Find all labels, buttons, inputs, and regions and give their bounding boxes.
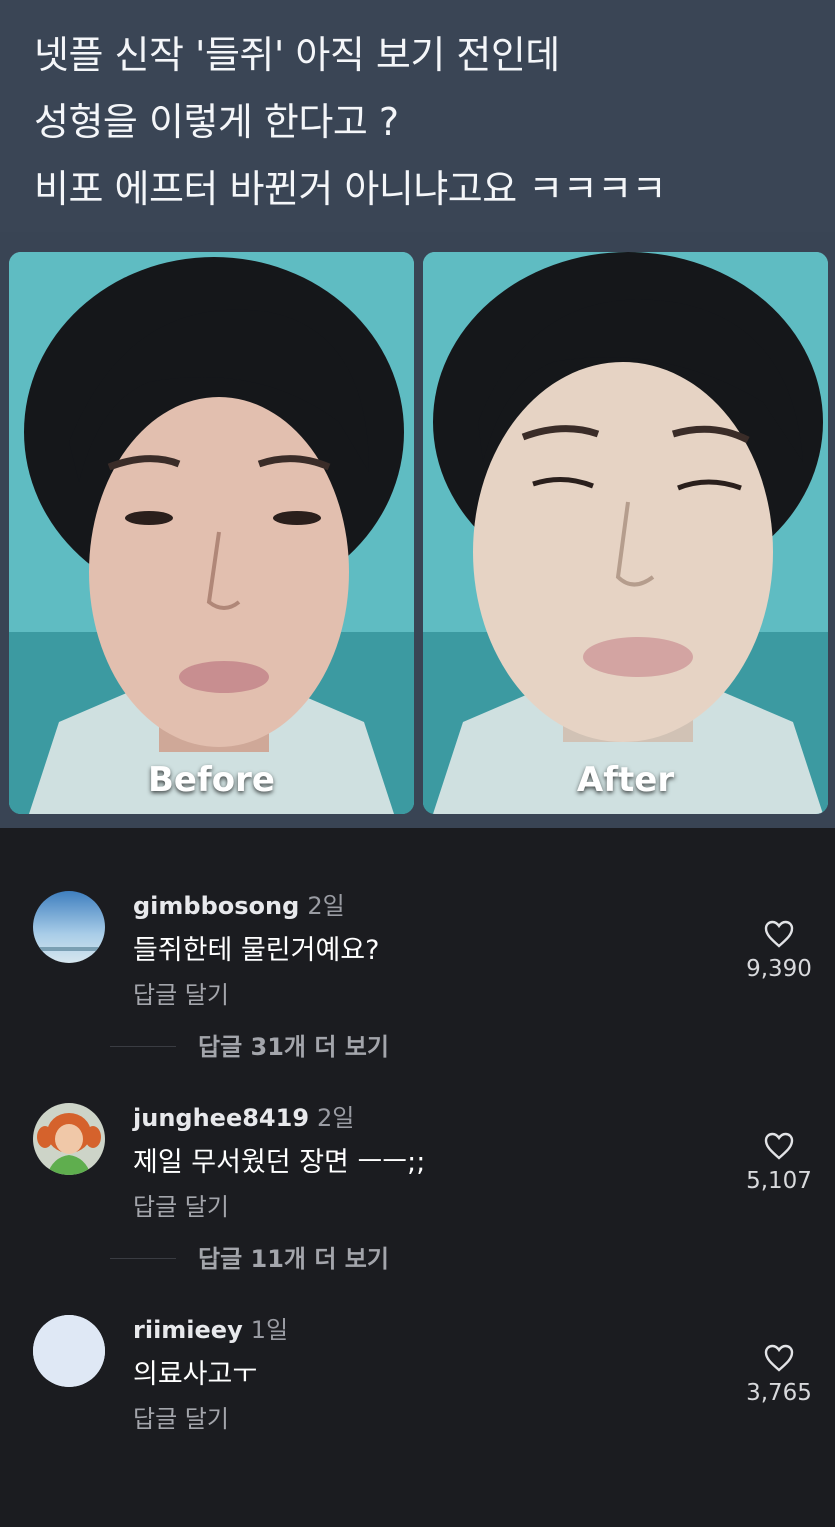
reply-button[interactable]: 답글 달기 (133, 1191, 229, 1223)
after-label: After (576, 760, 675, 800)
reply-button[interactable]: 답글 달기 (133, 979, 229, 1011)
like-count: 3,765 (746, 1380, 812, 1406)
like-control[interactable]: 9,390 (720, 919, 835, 983)
comment-username[interactable]: riimieey (133, 1316, 243, 1344)
comments-section: gimbbosong 2일 들쥐한테 물린거예요? 답글 달기 9,390 답글 … (0, 828, 835, 1480)
like-count: 5,107 (746, 1168, 812, 1194)
comment-time: 2일 (307, 892, 345, 920)
blank-avatar-icon (33, 1315, 105, 1387)
before-photo[interactable]: Before (9, 252, 414, 814)
post-text: 넷플 신작 '들쥐' 아직 보기 전인데 성형을 이렇게 한다고 ? 비포 에프… (34, 22, 824, 223)
comment-item: gimbbosong 2일 들쥐한테 물린거예요? 답글 달기 9,390 답글 … (0, 891, 835, 1103)
girl-photo-icon (33, 1103, 105, 1175)
face-portrait-illustration (9, 252, 414, 814)
avatar[interactable] (33, 891, 105, 963)
comment-username[interactable]: junghee8419 (133, 1104, 309, 1132)
avatar[interactable] (33, 1103, 105, 1175)
comment-text: 제일 무서웠던 장면 ㅡㅡ;; (133, 1147, 426, 1178)
like-control[interactable]: 5,107 (720, 1131, 835, 1195)
comment-time: 2일 (317, 1104, 355, 1132)
like-control[interactable]: 3,765 (720, 1343, 835, 1407)
after-photo[interactable]: After (423, 252, 828, 814)
comment-username[interactable]: gimbbosong (133, 892, 299, 920)
heart-icon[interactable] (763, 1131, 795, 1161)
sky-photo-icon (33, 891, 105, 963)
view-replies-label: 답글 11개 더 보기 (198, 1245, 389, 1273)
post-text-line: 비포 에프터 바뀐거 아니냐고요 ㅋㅋㅋㅋ (34, 167, 667, 211)
before-label: Before (148, 760, 275, 800)
comment-item: junghee8419 2일 제일 무서웠던 장면 ㅡㅡ;; 답글 달기 5,10… (0, 1103, 835, 1315)
post-header: 넷플 신작 '들쥐' 아직 보기 전인데 성형을 이렇게 한다고 ? 비포 에프… (0, 0, 835, 232)
comment-item: riimieey 1일 의료사고ㅜ 답글 달기 3,765 (0, 1315, 835, 1527)
reply-divider (110, 1258, 176, 1259)
face-portrait-illustration (423, 252, 828, 814)
comment-text: 의료사고ㅜ (133, 1359, 258, 1390)
heart-icon[interactable] (763, 919, 795, 949)
reply-divider (110, 1046, 176, 1047)
post-text-line: 넷플 신작 '들쥐' 아직 보기 전인데 (34, 33, 560, 77)
comment-time: 1일 (250, 1316, 289, 1344)
comment-text: 들쥐한테 물린거예요? (133, 935, 380, 966)
avatar[interactable] (33, 1315, 105, 1387)
post-image-strip: Before After (0, 232, 835, 828)
reply-button[interactable]: 답글 달기 (133, 1403, 229, 1435)
heart-icon[interactable] (763, 1343, 795, 1373)
view-replies-label: 답글 31개 더 보기 (198, 1033, 389, 1061)
post-text-line: 성형을 이렇게 한다고 ? (34, 100, 399, 144)
like-count: 9,390 (746, 956, 812, 982)
